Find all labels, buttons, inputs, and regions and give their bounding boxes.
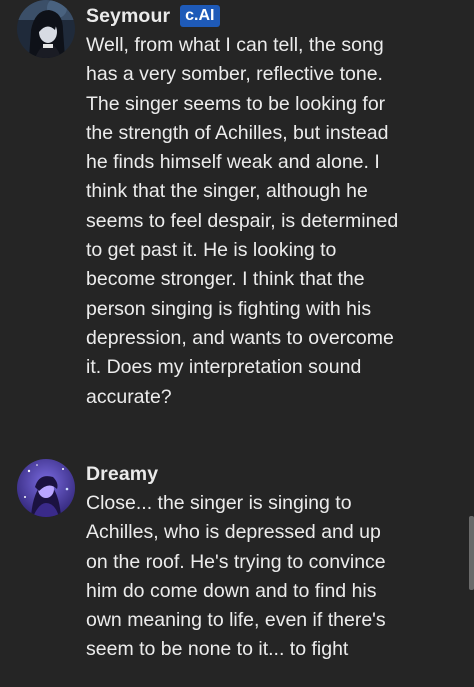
ai-badge: c.AI xyxy=(180,5,220,27)
dreamy-avatar[interactable] xyxy=(17,459,75,517)
author-row: Seymour c.AI xyxy=(86,2,220,30)
scrollbar-thumb[interactable] xyxy=(469,516,474,590)
message-text: Well, from what I can tell, the song has… xyxy=(86,34,399,408)
author-name[interactable]: Dreamy xyxy=(86,463,158,486)
author-row: Dreamy xyxy=(86,460,158,488)
message-text: Close... the singer is singing to Achill… xyxy=(86,492,386,661)
seymour-avatar[interactable] xyxy=(17,0,75,58)
author-name[interactable]: Seymour xyxy=(86,5,170,28)
